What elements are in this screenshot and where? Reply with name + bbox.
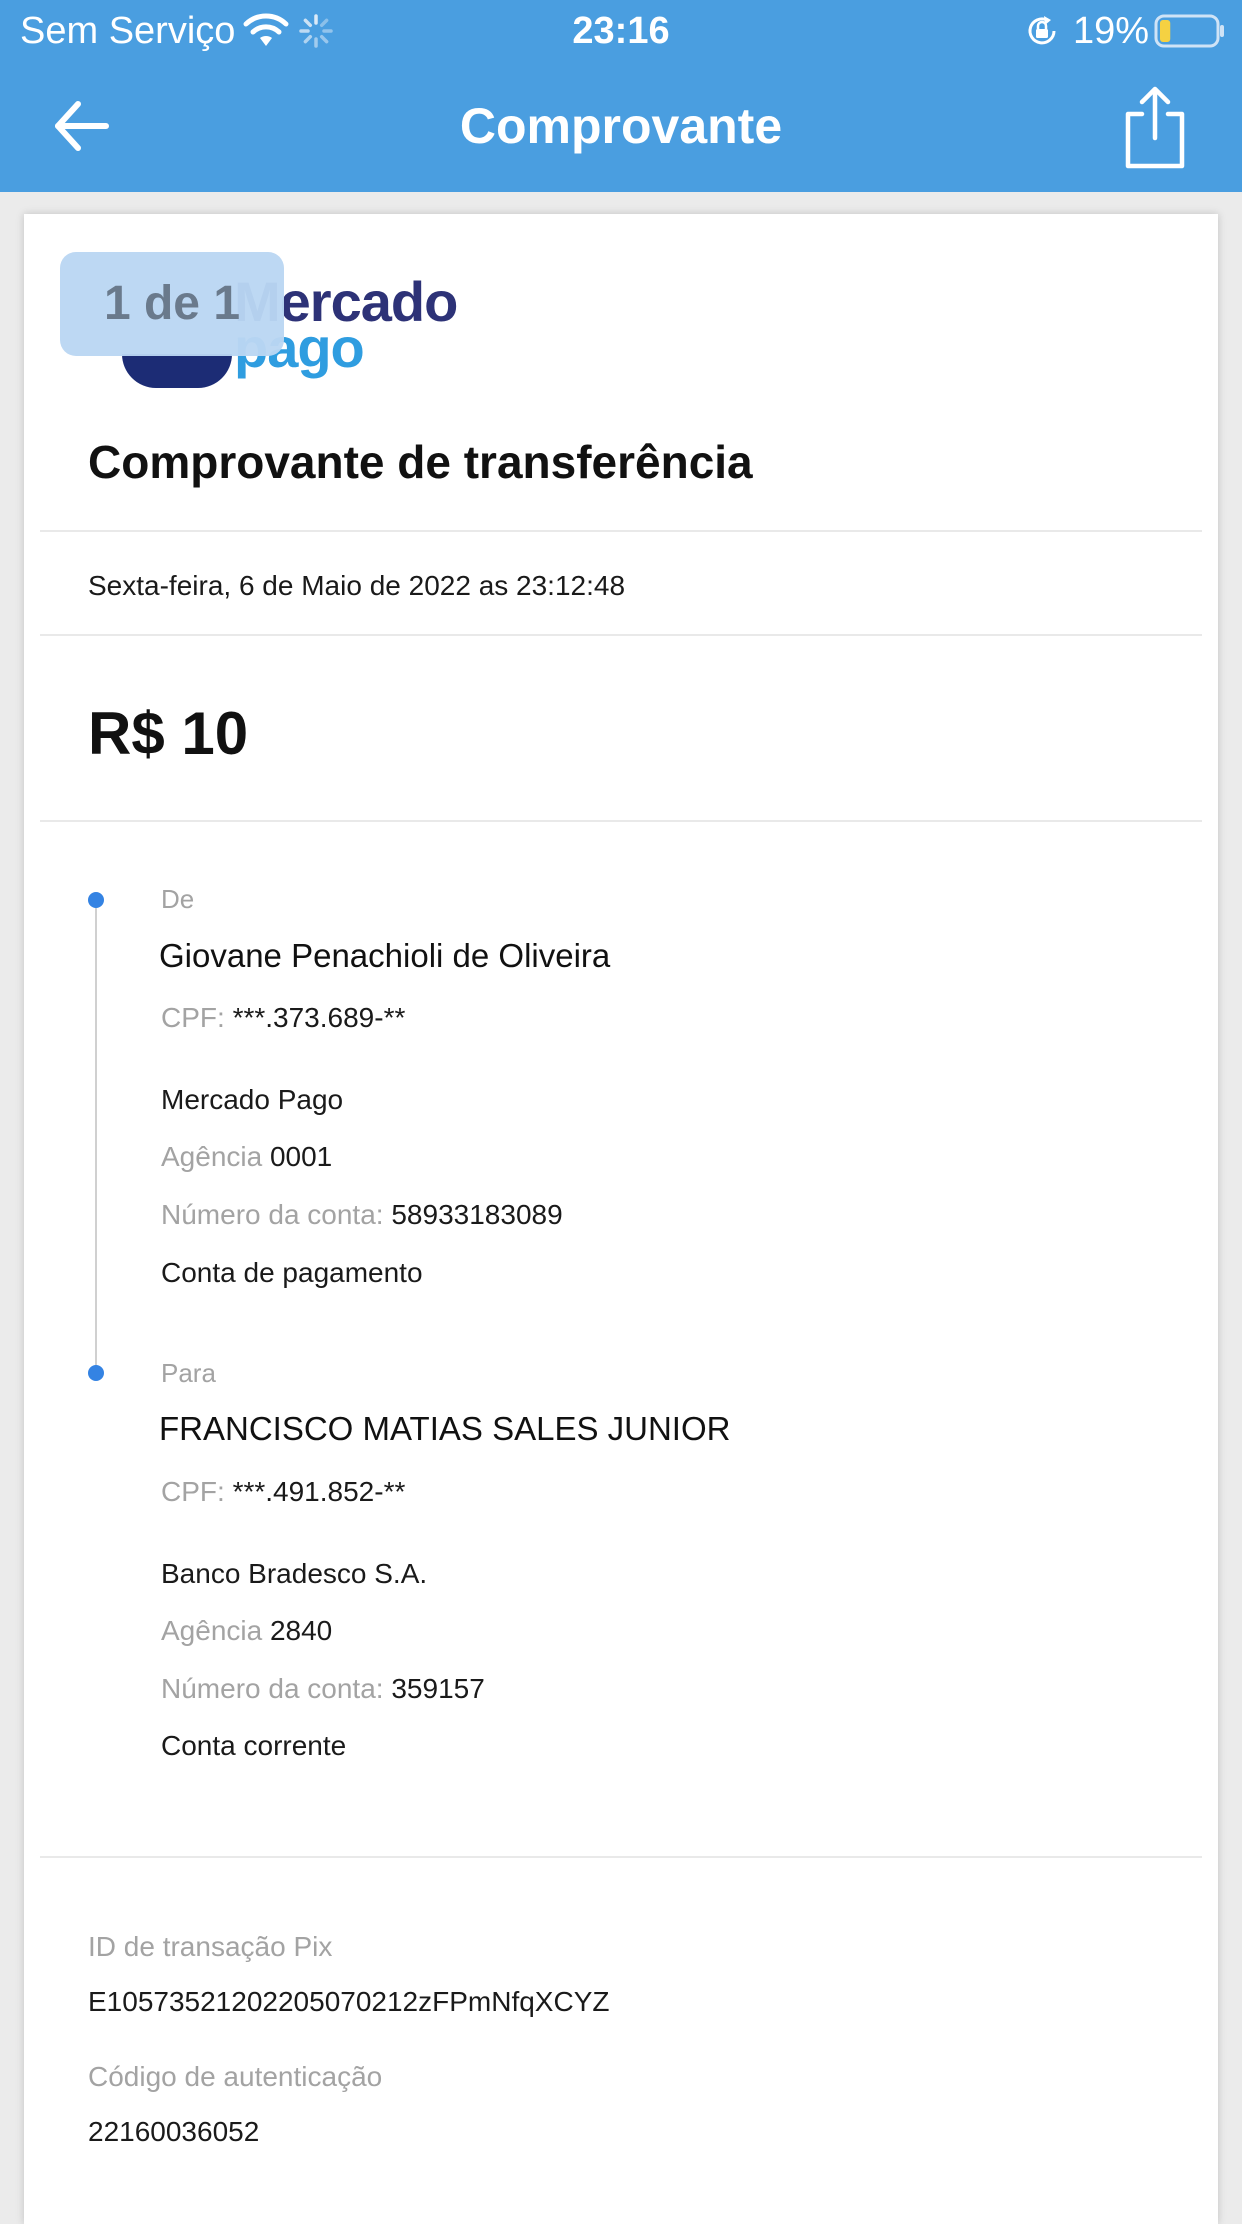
cpf-value: ***.491.852-** (232, 1476, 406, 1507)
divider (40, 634, 1202, 636)
recipient-agency: Agência 2840 (161, 1611, 332, 1651)
account-label: Número da conta: (161, 1673, 384, 1704)
sender-account-type: Conta de pagamento (161, 1257, 423, 1288)
battery-icon (1154, 14, 1224, 48)
sender-name: Giovane Penachioli de Oliveira (159, 937, 611, 974)
sender-cpf: CPF: ***.373.689-** (161, 998, 405, 1038)
pix-transaction-id-label: ID de transação Pix (88, 1931, 333, 1962)
divider (40, 530, 1202, 532)
recipient-account: Número da conta: 359157 (161, 1669, 485, 1709)
divider (40, 820, 1202, 822)
timeline-dot-to (88, 1365, 104, 1381)
sender-bank: Mercado Pago (161, 1084, 344, 1115)
status-bar: Sem Serviço 23:16 19% (0, 0, 1242, 62)
agency-value: 2840 (269, 1615, 333, 1646)
auth-code-label: Código de autenticação (88, 2061, 383, 2092)
cpf-label: CPF: (161, 1476, 225, 1507)
recipient-name: FRANCISCO MATIAS SALES JUNIOR (159, 1410, 731, 1447)
recipient-cpf: CPF: ***.491.852-** (161, 1472, 405, 1512)
transfer-amount: R$ 10 (88, 700, 249, 767)
receipt-card: Mercado pago 1 de 1 Comprovante de trans… (24, 214, 1218, 2224)
logo-handshake-disc (122, 354, 232, 388)
auth-code-value: 22160036052 (88, 2116, 260, 2147)
from-label: De (161, 884, 195, 914)
transfer-date: Sexta-feira, 6 de Maio de 2022 as 23:12:… (88, 570, 626, 601)
page-indicator: 1 de 1 (60, 252, 284, 356)
agency-label: Agência (161, 1615, 263, 1646)
timeline-dot-from (88, 892, 104, 908)
agency-value: 0001 (269, 1141, 333, 1172)
cpf-label: CPF: (161, 1002, 225, 1033)
sender-account: Número da conta: 58933183089 (161, 1195, 563, 1235)
recipient-account-type: Conta corrente (161, 1730, 347, 1761)
agency-label: Agência (161, 1141, 263, 1172)
sender-agency: Agência 0001 (161, 1137, 332, 1177)
recipient-bank: Banco Bradesco S.A. (161, 1558, 428, 1589)
account-value: 58933183089 (391, 1199, 563, 1230)
to-label: Para (161, 1358, 216, 1388)
page-title: Comprovante (459, 98, 783, 154)
account-value: 359157 (391, 1673, 485, 1704)
divider (40, 1856, 1202, 1858)
battery-percentage: 19% (1073, 10, 1150, 52)
rotation-lock-icon (1028, 16, 1056, 45)
timeline-connector (95, 898, 97, 1370)
cpf-value: ***.373.689-** (232, 1002, 406, 1033)
receipt-title: Comprovante de transferência (88, 436, 753, 488)
account-label: Número da conta: (161, 1199, 384, 1230)
app-header: Sem Serviço 23:16 19% Comprovante (0, 0, 1242, 192)
pix-transaction-id-value: E10573521202205070212zFPmNfqXCYZ (88, 1986, 610, 2017)
share-button[interactable] (1122, 84, 1188, 170)
